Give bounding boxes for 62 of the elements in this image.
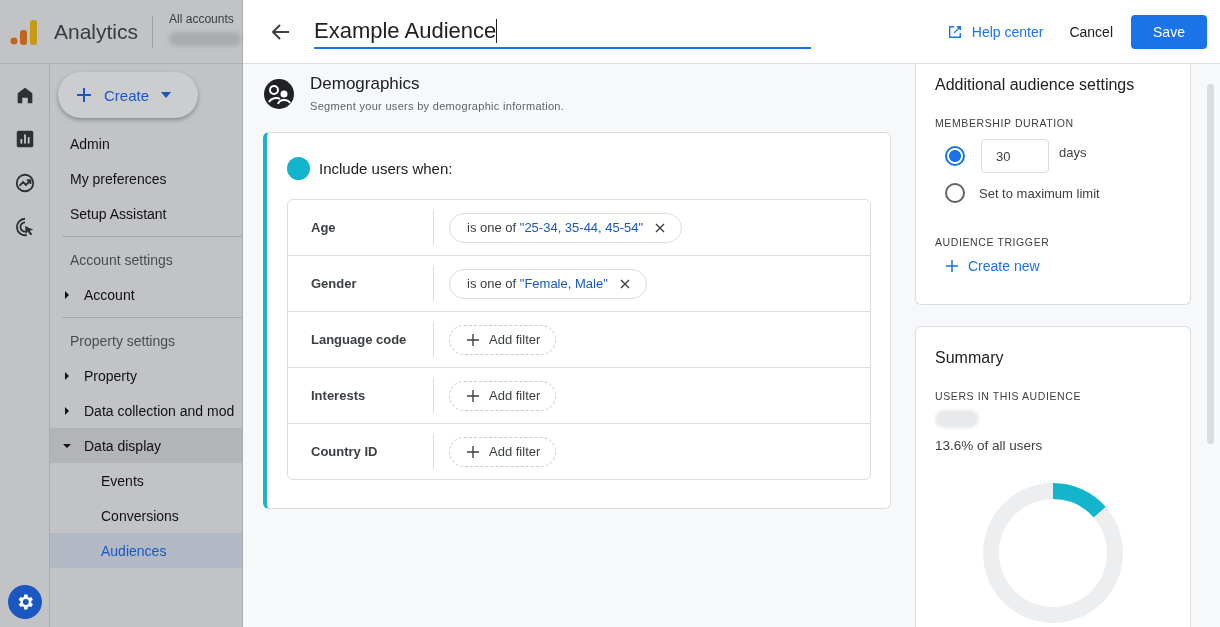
card-title: Additional audience settings xyxy=(935,76,1136,94)
nav-item[interactable]: Setup Assistant xyxy=(50,196,242,231)
nav-item[interactable]: My preferences xyxy=(50,161,242,196)
product-name: Analytics xyxy=(54,19,139,44)
target-cursor-icon[interactable] xyxy=(13,216,36,238)
plus-icon xyxy=(467,333,479,346)
section-subtitle: Segment your users by demographic information. xyxy=(310,100,565,112)
add-filter-button[interactable]: Add filter xyxy=(449,436,557,467)
option-label[interactable]: Set to maximum limit xyxy=(979,185,1100,201)
dimension-label: Language code xyxy=(288,322,434,357)
nav-item[interactable]: Admin xyxy=(50,126,242,161)
share-text: 13.6% of all users xyxy=(935,438,1044,453)
dimension-label: Country ID xyxy=(288,434,434,469)
caret-icon xyxy=(161,92,172,98)
nav-item[interactable]: Events xyxy=(50,463,242,498)
help-center-link[interactable]: Help center xyxy=(947,23,1044,40)
days-field[interactable]: 30 xyxy=(981,139,1049,173)
dimension-label: Age xyxy=(288,210,434,245)
logo-icon xyxy=(10,17,38,46)
nav-group[interactable]: Data collection and mod xyxy=(50,393,242,428)
caret-icon xyxy=(63,441,71,450)
save-button[interactable]: Save xyxy=(1131,14,1207,49)
radio-button[interactable] xyxy=(945,146,965,166)
section-header: Account settings xyxy=(69,250,174,270)
group-dot-icon xyxy=(287,157,310,180)
caret-icon xyxy=(63,290,71,299)
account-label[interactable]: All accounts xyxy=(169,12,242,26)
dimension-label: Gender xyxy=(288,266,434,301)
nav-item[interactable]: Conversions xyxy=(50,498,242,533)
field-caption: MEMBERSHIP DURATION xyxy=(935,117,1075,129)
create-new-link[interactable]: Create new xyxy=(935,258,1040,274)
unit-label: days xyxy=(1059,145,1087,160)
plus-icon xyxy=(76,87,92,103)
plus-icon xyxy=(946,260,958,272)
dimension-label: Interests xyxy=(288,378,434,413)
nav-group[interactable]: Data display xyxy=(50,428,242,463)
external-link-icon xyxy=(947,24,962,39)
trend-circle-icon[interactable] xyxy=(13,172,36,194)
nav-group[interactable]: Property xyxy=(50,358,242,393)
plus-icon xyxy=(467,389,479,402)
include-label: Include users when: xyxy=(319,160,453,177)
caret-icon xyxy=(63,406,71,415)
people-icon xyxy=(263,78,295,110)
field-caption: USERS IN THIS AUDIENCE xyxy=(935,390,1083,402)
settings-button[interactable] xyxy=(7,585,42,619)
section-title: Demographics xyxy=(310,74,421,94)
radio-button[interactable] xyxy=(945,183,965,203)
close-icon[interactable] xyxy=(619,278,630,289)
back-icon[interactable] xyxy=(271,21,291,42)
cancel-button[interactable]: Cancel xyxy=(1067,15,1115,48)
add-filter-button[interactable]: Add filter xyxy=(449,380,557,411)
nav-group[interactable]: Account xyxy=(50,277,242,312)
plus-icon xyxy=(467,445,479,458)
field-caption: AUDIENCE TRIGGER xyxy=(935,236,1051,248)
create-button[interactable]: Create xyxy=(58,72,198,118)
close-icon[interactable] xyxy=(655,222,666,233)
section-header: Property settings xyxy=(69,331,177,351)
caret-icon xyxy=(63,371,71,380)
add-filter-button[interactable]: Add filter xyxy=(449,324,557,355)
card-title: Summary xyxy=(935,349,1005,367)
scrollbar-thumb[interactable] xyxy=(1207,84,1214,444)
title-field[interactable]: Example Audience xyxy=(314,14,811,49)
